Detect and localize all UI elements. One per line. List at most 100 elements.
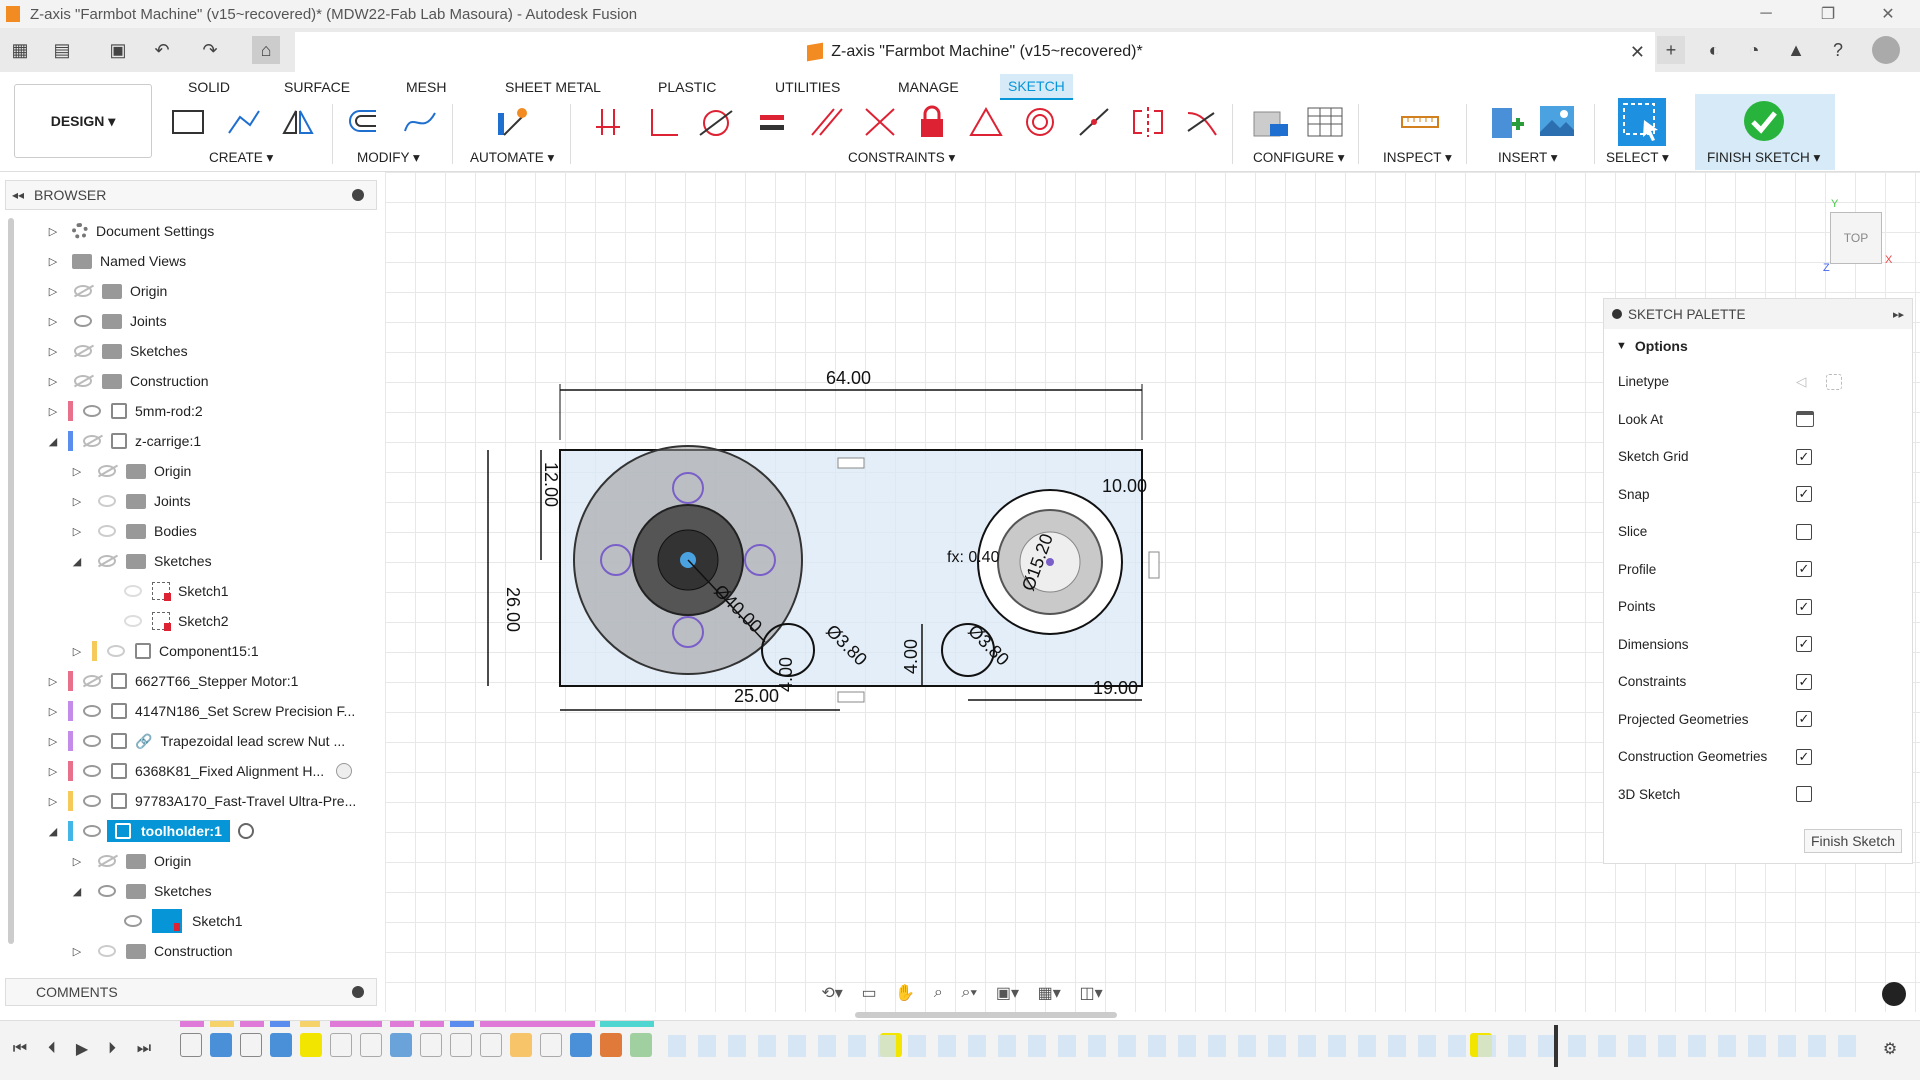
modify-group-label[interactable]: MODIFY ▾ <box>357 150 420 166</box>
timeline-feature[interactable] <box>420 1033 442 1057</box>
tab-plastic[interactable]: PLASTIC <box>650 74 724 100</box>
symmetry-icon[interactable] <box>1130 102 1166 142</box>
expand-icon[interactable]: ▷ <box>46 375 60 388</box>
eye-hidden-icon[interactable] <box>74 285 92 297</box>
expand-icon[interactable]: ▷ <box>46 675 60 688</box>
undo-icon[interactable]: ↶ <box>148 36 176 64</box>
tree-node[interactable]: ▷ Construction <box>46 368 209 394</box>
create-group-label[interactable]: CREATE ▾ <box>209 150 273 166</box>
tree-node[interactable]: ▷ Construction <box>70 938 233 964</box>
perpendicular-icon[interactable] <box>646 102 682 142</box>
width-dim-text[interactable]: 64.00 <box>826 368 871 388</box>
timeline-feature[interactable] <box>480 1033 502 1057</box>
notifications-icon[interactable]: ▲ <box>1782 36 1810 64</box>
linetype-construction-icon[interactable]: ◁ <box>1796 374 1806 390</box>
expand-icon[interactable]: ▷ <box>70 495 84 508</box>
midpoint-marker-icon[interactable] <box>1148 551 1160 579</box>
redo-icon[interactable]: ↷ <box>196 36 224 64</box>
tree-node[interactable]: ▷ 4147N186_Set Screw Precision F... <box>46 698 355 724</box>
eye-icon[interactable] <box>107 645 125 657</box>
eye-icon[interactable] <box>98 525 116 537</box>
mirror-icon[interactable] <box>280 102 316 142</box>
eye-icon[interactable] <box>83 735 101 747</box>
quick-settings-icon[interactable] <box>1882 982 1906 1006</box>
timeline-feature[interactable] <box>390 1033 412 1057</box>
insert-canvas-icon[interactable] <box>1536 102 1580 142</box>
table-icon[interactable] <box>1304 102 1348 142</box>
expand-icon[interactable]: ▷ <box>46 315 60 328</box>
palette-finish-sketch-button[interactable]: Finish Sketch <box>1803 829 1902 853</box>
timeline-settings-gear-icon[interactable]: ⚙ <box>1880 1037 1900 1061</box>
document-tab[interactable]: Z-axis "Farmbot Machine" (v15~recovered)… <box>295 32 1655 72</box>
midpoint-icon[interactable] <box>1076 102 1112 142</box>
eye-hidden-icon[interactable] <box>74 375 92 387</box>
tree-node[interactable]: ▷ Origin <box>46 278 168 304</box>
fit-icon[interactable]: ⌕▾ <box>961 984 977 1002</box>
avatar[interactable] <box>1872 36 1900 64</box>
eye-icon[interactable] <box>98 945 116 957</box>
app-grid-icon[interactable]: ▦ <box>6 36 34 64</box>
select-group-label[interactable]: SELECT ▾ <box>1606 150 1669 166</box>
look-at-nav-icon[interactable]: ▭ <box>861 983 876 1003</box>
eye-icon[interactable] <box>83 765 101 777</box>
tab-sheet-metal[interactable]: SHEET METAL <box>497 74 609 100</box>
timeline-last-icon[interactable]: ⏭ <box>134 1037 154 1061</box>
eye-icon[interactable] <box>83 405 101 417</box>
timeline-component-feature[interactable] <box>210 1033 232 1057</box>
palette-pin-icon[interactable] <box>1612 309 1622 319</box>
timeline-selected-feature[interactable] <box>300 1033 322 1057</box>
expand-icon[interactable]: ▷ <box>46 345 60 358</box>
minimize-button[interactable]: ─ <box>1738 0 1794 28</box>
tree-node[interactable]: ◢ Sketches <box>70 878 212 904</box>
eye-hidden-icon[interactable] <box>98 855 116 867</box>
options-section-header[interactable]: ▼ Options <box>1604 329 1912 363</box>
tree-node[interactable]: ▷ Sketches <box>46 338 188 364</box>
timeline-rolled-features[interactable] <box>668 1035 1858 1057</box>
tree-node[interactable]: ◢ Sketches <box>70 548 212 574</box>
timeline-marker[interactable] <box>1554 1025 1558 1067</box>
collapse-icon[interactable]: ◢ <box>70 555 84 568</box>
timeline-joint-feature[interactable] <box>240 1033 262 1057</box>
expand-palette-icon[interactable]: ▸▸ <box>1893 308 1904 321</box>
profile-checkbox[interactable]: ✓ <box>1796 561 1812 578</box>
help-icon[interactable]: ? <box>1824 36 1852 64</box>
tree-node[interactable]: Sketch1 <box>118 908 243 934</box>
collapse-panel-icon[interactable]: ◂◂ <box>12 188 24 202</box>
eye-icon[interactable] <box>124 615 142 627</box>
finish-sketch-group[interactable]: FINISH SKETCH ▾ <box>1695 94 1835 170</box>
expand-icon[interactable]: ▷ <box>46 735 60 748</box>
file-icon[interactable]: ▤ <box>48 36 76 64</box>
tab-manage[interactable]: MANAGE <box>890 74 967 100</box>
tree-node[interactable]: ▷ Origin <box>70 458 192 484</box>
configure-icon[interactable] <box>1250 102 1294 142</box>
tree-node[interactable]: ▷ 97783A170_Fast-Travel Ultra-Pre... <box>46 788 356 814</box>
curvature-icon[interactable] <box>1184 102 1220 142</box>
extensions-icon[interactable]: ◐ <box>1700 36 1728 64</box>
expand-icon[interactable]: ▷ <box>46 705 60 718</box>
comments-panel[interactable]: COMMENTS <box>5 978 377 1006</box>
concentric-icon[interactable] <box>1022 102 1058 142</box>
tangent-icon[interactable] <box>698 102 734 142</box>
eye-icon[interactable] <box>74 315 92 327</box>
expand-icon[interactable]: ▷ <box>46 225 60 238</box>
display-settings-icon[interactable]: ▣▾ <box>996 983 1019 1003</box>
timeline-play-icon[interactable]: ▶ <box>72 1037 92 1061</box>
tree-node[interactable]: ▷ Component15:1 <box>70 638 259 664</box>
viewcube[interactable]: TOP <box>1830 212 1882 264</box>
eye-icon[interactable] <box>98 885 116 897</box>
eye-icon[interactable] <box>124 915 142 927</box>
eye-hidden-icon[interactable] <box>83 435 101 447</box>
maximize-button[interactable]: ❐ <box>1800 0 1856 28</box>
sketch-grid-checkbox[interactable]: ✓ <box>1796 448 1812 465</box>
expand-icon[interactable]: ▷ <box>46 405 60 418</box>
tree-node[interactable]: Sketch1 <box>118 578 229 604</box>
inspect-group-label[interactable]: INSPECT ▾ <box>1383 150 1452 166</box>
triangle-constraint-icon[interactable] <box>968 102 1004 142</box>
projected-geometries-checkbox[interactable]: ✓ <box>1796 711 1812 728</box>
insert-derive-icon[interactable] <box>1484 102 1528 142</box>
expand-icon[interactable]: ▷ <box>70 645 84 658</box>
tree-node[interactable]: ◢ z-carrige:1 <box>46 428 201 454</box>
new-tab-icon[interactable]: + <box>1657 36 1685 64</box>
eye-icon[interactable] <box>124 585 142 597</box>
eye-hidden-icon[interactable] <box>74 345 92 357</box>
